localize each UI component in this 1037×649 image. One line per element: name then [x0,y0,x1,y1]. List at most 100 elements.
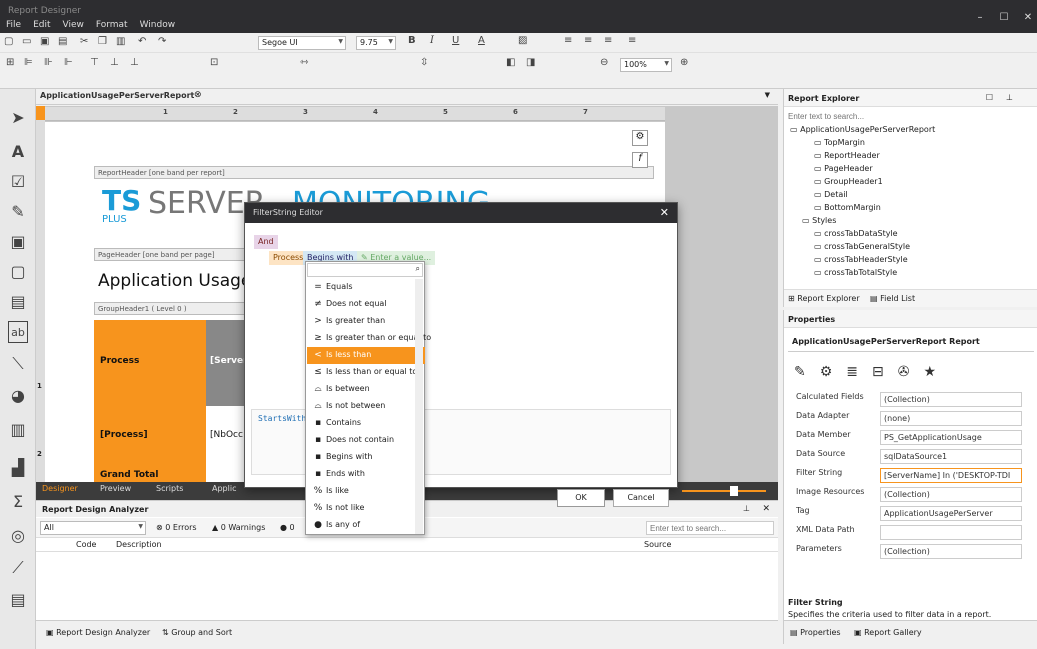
vertical-spacing-icon[interactable]: ⇳ [420,57,428,68]
dropdown-scrollbar[interactable] [415,279,423,534]
checkbox-tool-icon[interactable]: ☑ [8,171,28,193]
tab-report-explorer[interactable]: ⊞ Report Explorer [788,294,860,303]
operator-search-input[interactable] [307,263,423,277]
property-value[interactable]: PS_GetApplicationUsage [880,430,1022,445]
tree-item[interactable]: ▭ crossTabHeaderStyle [814,255,908,264]
operator-option[interactable]: < Is less than [307,347,425,364]
operator-option[interactable]: ● Is any of [307,517,425,534]
tab-group-and-sort[interactable]: ⇅ Group and Sort [162,628,232,637]
menu-format[interactable]: Format [90,17,134,33]
tree-item[interactable]: ▭ GroupHeader1 [814,177,883,186]
column-description[interactable]: Description [116,540,162,549]
maximize-button[interactable]: ☐ [992,12,1016,23]
tab-preview[interactable]: Preview [100,484,131,493]
size-to-grid-icon[interactable]: ⊡ [210,57,218,68]
document-tab[interactable]: ApplicationUsagePerServerReport [40,91,194,100]
column-source[interactable]: Source [644,540,671,549]
tree-item[interactable]: ▭ ApplicationUsagePerServerReport [790,125,935,134]
close-button[interactable]: ✕ [1016,12,1037,23]
close-tab-icon[interactable]: ⊗ [194,90,202,100]
align-lefts-icon[interactable]: ⊫ [24,57,33,68]
align-left-icon[interactable]: ≡ [564,35,572,46]
ruler-corner-icon[interactable] [36,106,45,120]
tree-item[interactable]: ▭ PageHeader [814,164,873,173]
warnings-button[interactable]: ▲ 0 Warnings [212,523,265,532]
cancel-button[interactable]: Cancel [613,489,669,507]
shape-tool-icon[interactable]: ◕ [8,385,28,407]
character-comb-tool-icon[interactable]: ab [8,321,28,343]
explorer-search-input[interactable] [786,110,1034,123]
copy-icon[interactable]: ❐ [98,36,107,47]
operator-option[interactable]: ≤ Is less than or equal to [307,364,425,381]
property-value[interactable]: (Collection) [880,487,1022,502]
zoom-combo[interactable]: 100% ▼ [620,58,672,72]
bring-to-front-icon[interactable]: ◧ [506,57,515,68]
column-code[interactable]: Code [76,540,96,549]
label-tool-icon[interactable]: A [8,141,28,163]
operator-option[interactable]: ▪ Does not contain [307,432,425,449]
tab-report-design-analyzer[interactable]: ▣ Report Design Analyzer [46,628,150,637]
close-icon[interactable]: ✕ [762,504,770,514]
report-title[interactable]: Application Usage p [98,271,268,291]
property-value[interactable]: (Collection) [880,544,1022,559]
property-value[interactable]: (none) [880,411,1022,426]
menu-edit[interactable]: Edit [27,17,56,33]
gear-icon[interactable]: ⚙ [632,130,648,146]
sparkline-tool-icon[interactable]: ⟋ [8,557,28,579]
sum-tool-icon[interactable]: Σ [8,491,28,513]
line-tool-icon[interactable]: ⟍ [8,353,28,375]
operator-option[interactable]: ≠ Does not equal [307,296,425,313]
align-bottoms-icon[interactable]: ⊥ [130,57,139,68]
tree-item[interactable]: ▭ Detail [814,190,848,199]
tree-item[interactable]: ▭ crossTabTotalStyle [814,268,897,277]
tab-application[interactable]: Applic [212,484,236,493]
zoom-in-icon[interactable]: ⊕ [680,57,688,68]
property-category-tabs[interactable]: ✎⚙≣⊟✇★ [794,364,950,380]
zoom-out-icon[interactable]: ⊖ [600,57,608,68]
favorites-icon[interactable]: ★ [924,364,951,380]
align-center-icon[interactable]: ≡ [584,35,592,46]
gauge-tool-icon[interactable]: ◎ [8,525,28,547]
operator-option[interactable]: > Is greater than [307,313,425,330]
bold-icon[interactable]: B [408,35,416,46]
property-value[interactable]: (Collection) [880,392,1022,407]
tab-field-list[interactable]: ▤ Field List [870,294,915,303]
barcode-tool-icon[interactable]: ▥ [8,419,28,441]
tree-item[interactable]: ▭ BottomMargin [814,203,881,212]
tab-scripts[interactable]: Scripts [156,484,183,493]
open-icon[interactable]: ▭ [22,36,31,47]
menu-file[interactable]: File [0,17,27,33]
tree-item[interactable]: ▭ TopMargin [814,138,865,147]
property-value[interactable] [880,525,1022,540]
report-header-band[interactable]: ReportHeader [one band per report] [94,166,654,179]
dock-icon[interactable]: ☐ [986,93,993,102]
tree-item[interactable]: ▭ Styles [802,216,836,225]
save-all-icon[interactable]: ▤ [58,36,67,47]
operator-option[interactable]: ⌓ Is between [307,381,425,398]
save-icon[interactable]: ▣ [40,36,49,47]
tree-item[interactable]: ▭ crossTabDataStyle [814,229,898,238]
operator-option[interactable]: ≥ Is greater than or equal to [307,330,431,347]
font-size-combo[interactable]: 9.75 ▼ [356,36,396,50]
crosstab-cell-process-header[interactable]: Process [94,320,206,406]
analyzer-filter-combo[interactable]: All ▼ [40,521,146,535]
property-value[interactable]: sqlDataSource1 [880,449,1022,464]
tools-icon[interactable]: ✇ [898,364,924,380]
operator-option[interactable]: = Equals [307,279,425,296]
back-color-icon[interactable]: ▨ [518,35,527,46]
operator-option[interactable]: ⌓ Is not between [307,398,425,415]
send-to-back-icon[interactable]: ◨ [526,57,535,68]
errors-button[interactable]: ⊗ 0 Errors [156,523,197,532]
zoom-slider-thumb[interactable] [730,486,738,496]
cut-icon[interactable]: ✂ [80,36,88,47]
crosstab-cell-server-header[interactable]: [Server [206,320,248,406]
property-value[interactable]: [ServerName] In ('DESKTOP-TDI [880,468,1022,483]
tab-report-gallery[interactable]: ▣ Report Gallery [854,628,922,637]
behavior-icon[interactable]: ⚙ [820,364,847,380]
field-chip[interactable]: Process [269,251,308,265]
menu-window[interactable]: Window [134,17,182,33]
data-icon[interactable]: ≣ [846,364,872,380]
horizontal-spacing-icon[interactable]: ⇿ [300,57,308,68]
property-value[interactable]: ApplicationUsagePerServer [880,506,1022,521]
undo-icon[interactable]: ↶ [138,36,146,47]
